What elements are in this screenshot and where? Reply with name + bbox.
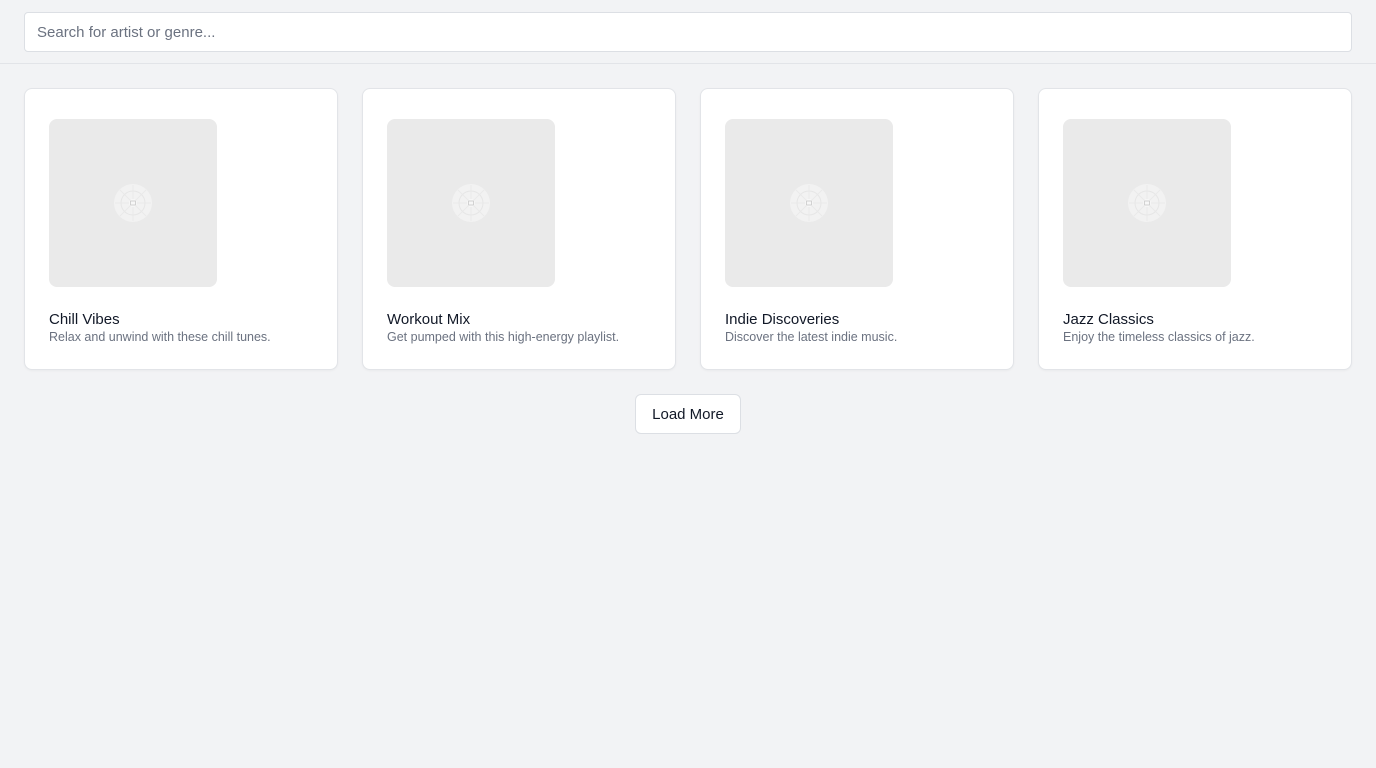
image-placeholder-icon [790,184,828,222]
search-input[interactable] [24,12,1352,52]
playlist-description: Relax and unwind with these chill tunes. [49,330,271,344]
image-placeholder-icon [114,184,152,222]
playlist-grid: Chill Vibes Relax and unwind with these … [24,88,1352,370]
image-placeholder-icon [1128,184,1166,222]
search-header [0,0,1376,64]
playlist-cover [725,119,893,287]
playlist-title: Chill Vibes [49,311,120,328]
playlist-cover [387,119,555,287]
playlist-card[interactable]: Chill Vibes Relax and unwind with these … [24,88,338,370]
playlist-cover [49,119,217,287]
playlist-card[interactable]: Workout Mix Get pumped with this high-en… [362,88,676,370]
playlist-description: Get pumped with this high-energy playlis… [387,330,620,344]
playlist-description: Discover the latest indie music. [725,330,898,344]
image-placeholder-icon [452,184,490,222]
playlist-card[interactable]: Indie Discoveries Discover the latest in… [700,88,1014,370]
load-more-button[interactable]: Load More [635,394,741,434]
playlist-title: Jazz Classics [1063,311,1154,328]
playlist-title: Indie Discoveries [725,311,840,328]
playlist-description: Enjoy the timeless classics of jazz. [1063,330,1255,344]
playlist-card[interactable]: Jazz Classics Enjoy the timeless classic… [1038,88,1352,370]
playlist-title: Workout Mix [387,311,471,328]
playlist-cover [1063,119,1231,287]
